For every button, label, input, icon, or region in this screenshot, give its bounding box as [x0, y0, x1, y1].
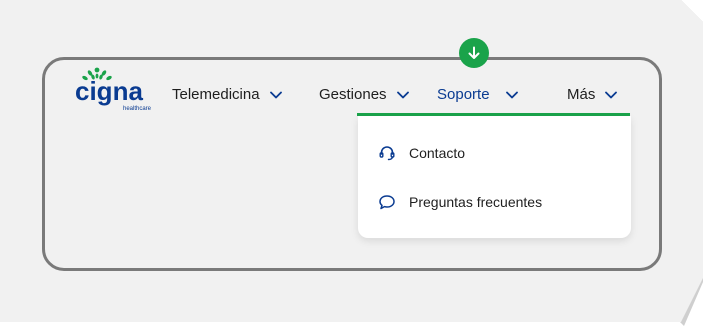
nav-item-label: Soporte	[437, 86, 490, 103]
chevron-down-icon	[396, 91, 409, 99]
nav-item-label: Gestiones	[319, 86, 387, 103]
cigna-logo[interactable]: cigna healthcare	[75, 66, 155, 118]
logo-wordmark: cigna	[75, 76, 143, 106]
menu-item-label: Contacto	[409, 145, 466, 161]
chevron-down-icon	[505, 91, 518, 99]
menu-item-preguntas-frecuentes[interactable]: Preguntas frecuentes	[378, 193, 542, 211]
nav-item-soporte[interactable]: Soporte	[437, 86, 518, 103]
arrow-down-marker	[459, 38, 489, 68]
menu-item-label: Preguntas frecuentes	[409, 194, 543, 210]
logo-tagline: healthcare	[123, 106, 152, 112]
chevron-down-icon	[269, 91, 282, 99]
headset-icon	[378, 144, 396, 162]
arrow-down-icon	[466, 45, 482, 61]
chat-bubble-icon	[378, 193, 396, 211]
menu-item-contacto[interactable]: Contacto	[378, 144, 465, 162]
soporte-dropdown-menu: Contacto Preguntas frecuentes	[358, 116, 631, 238]
chevron-down-icon	[605, 91, 618, 99]
nav-item-mas[interactable]: Más	[567, 86, 618, 103]
nav-item-gestiones[interactable]: Gestiones	[319, 86, 409, 103]
nav-item-label: Más	[567, 86, 596, 103]
nav-item-label: Telemedicina	[172, 86, 260, 103]
nav-item-telemedicina[interactable]: Telemedicina	[172, 86, 282, 103]
